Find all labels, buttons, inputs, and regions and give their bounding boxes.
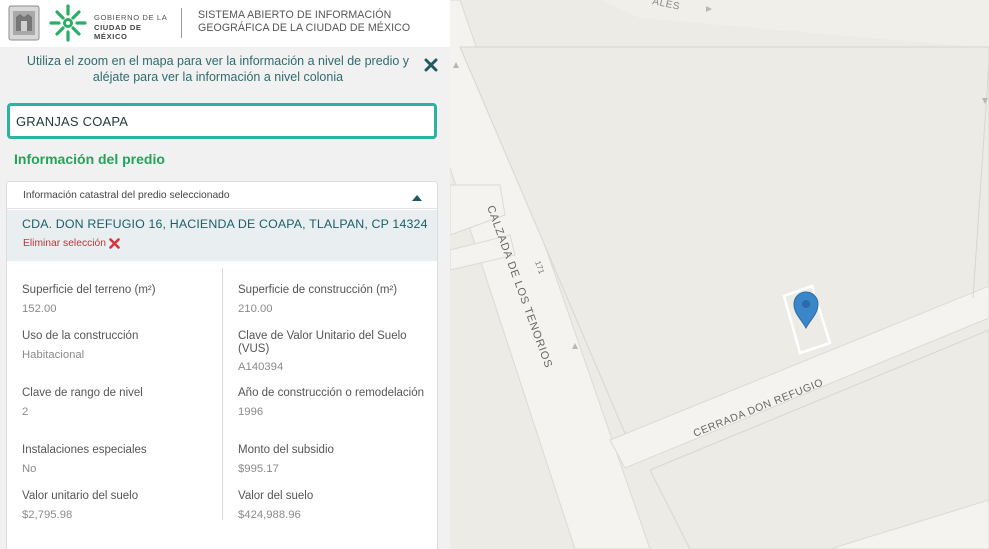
gov-line-1: GOBIERNO DE LA	[94, 13, 168, 22]
field-rango-nivel: Clave de rango de nivel 2	[22, 387, 212, 418]
close-panel-button[interactable]	[420, 54, 442, 76]
field-monto-subsidio: Monto del subsidio $995.17	[238, 444, 428, 475]
field-label: Valor del suelo	[238, 490, 314, 502]
info-panel: Utiliza el zoom en el mapa para ver la i…	[0, 47, 450, 549]
field-clave-vus: Clave de Valor Unitario del Suelo (VUS) …	[238, 330, 428, 373]
field-value: $995.17	[238, 462, 279, 475]
field-label: Monto del subsidio	[238, 444, 334, 456]
gov-line-2: CIUDAD DE MÉXICO	[94, 22, 142, 42]
field-anio-construccion: Año de construcción o remodelación 1996	[238, 387, 428, 418]
field-label: Uso de la construcción	[22, 330, 139, 342]
government-label: GOBIERNO DE LA CIUDAD DE MÉXICO	[94, 13, 176, 42]
field-superficie-terreno: Superficie del terreno (m²) 152.00	[22, 284, 212, 315]
card-header[interactable]: Información catastral del predio selecci…	[7, 182, 437, 209]
field-label: Año de construcción o remodelación	[238, 387, 425, 399]
field-label: Valor unitario del suelo	[22, 490, 139, 502]
field-valor-unitario: Valor unitario del suelo $2,795.98	[22, 490, 212, 521]
field-value: 1996	[238, 405, 264, 418]
system-title: SISTEMA ABIERTO DE INFORMACIÓN GEOGRÁFIC…	[198, 9, 448, 34]
system-title-line-2: GEOGRÁFICA DE LA CIUDAD DE MÉXICO	[198, 21, 411, 34]
cdmx-logo-icon	[49, 4, 87, 42]
cdmx-seal-icon	[8, 5, 40, 41]
remove-selection-button[interactable]: Eliminar selección	[23, 238, 120, 249]
property-card: Información catastral del predio selecci…	[6, 181, 438, 549]
close-icon[interactable]	[424, 58, 438, 72]
field-value: 210.00	[238, 302, 273, 315]
field-valor-suelo: Valor del suelo $424,988.96	[238, 490, 428, 521]
field-label: Clave de Valor Unitario del Suelo (VUS)	[238, 330, 407, 355]
remove-x-icon[interactable]	[109, 238, 120, 249]
field-label: Instalaciones especiales	[22, 444, 147, 456]
field-value: $2,795.98	[22, 508, 73, 521]
system-title-line-1: SISTEMA ABIERTO DE INFORMACIÓN	[198, 9, 392, 21]
field-uso-construccion: Uso de la construcción Habitacional	[22, 330, 212, 361]
field-label: Superficie del terreno (m²)	[22, 284, 156, 296]
fields-divider	[222, 268, 223, 520]
field-instalaciones: Instalaciones especiales No	[22, 444, 212, 475]
remove-selection-label: Eliminar selección	[23, 238, 106, 249]
field-value: 2	[22, 405, 29, 418]
field-value: $424,988.96	[238, 508, 301, 521]
card-header-label: Información catastral del predio selecci…	[23, 190, 230, 201]
search-box[interactable]	[7, 103, 437, 139]
header-divider	[181, 8, 182, 38]
field-value: 152.00	[22, 302, 57, 315]
property-address: CDA. DON REFUGIO 16, HACIENDA DE COAPA, …	[22, 217, 428, 231]
field-value: A140394	[238, 361, 284, 373]
section-title: Información del predio	[14, 151, 165, 167]
header-bar: GOBIERNO DE LA CIUDAD DE MÉXICO SISTEMA …	[0, 0, 450, 47]
field-value: Habitacional	[22, 348, 85, 361]
collapse-arrow-icon[interactable]	[411, 194, 423, 202]
field-value: No	[22, 462, 37, 475]
field-superficie-construccion: Superficie de construcción (m²) 210.00	[238, 284, 428, 315]
zoom-hint: Utiliza el zoom en el mapa para ver la i…	[26, 54, 410, 84]
address-box: CDA. DON REFUGIO 16, HACIENDA DE COAPA, …	[7, 210, 437, 261]
field-label: Superficie de construcción (m²)	[238, 284, 398, 296]
search-input[interactable]	[10, 106, 434, 136]
field-label: Clave de rango de nivel	[22, 387, 143, 399]
